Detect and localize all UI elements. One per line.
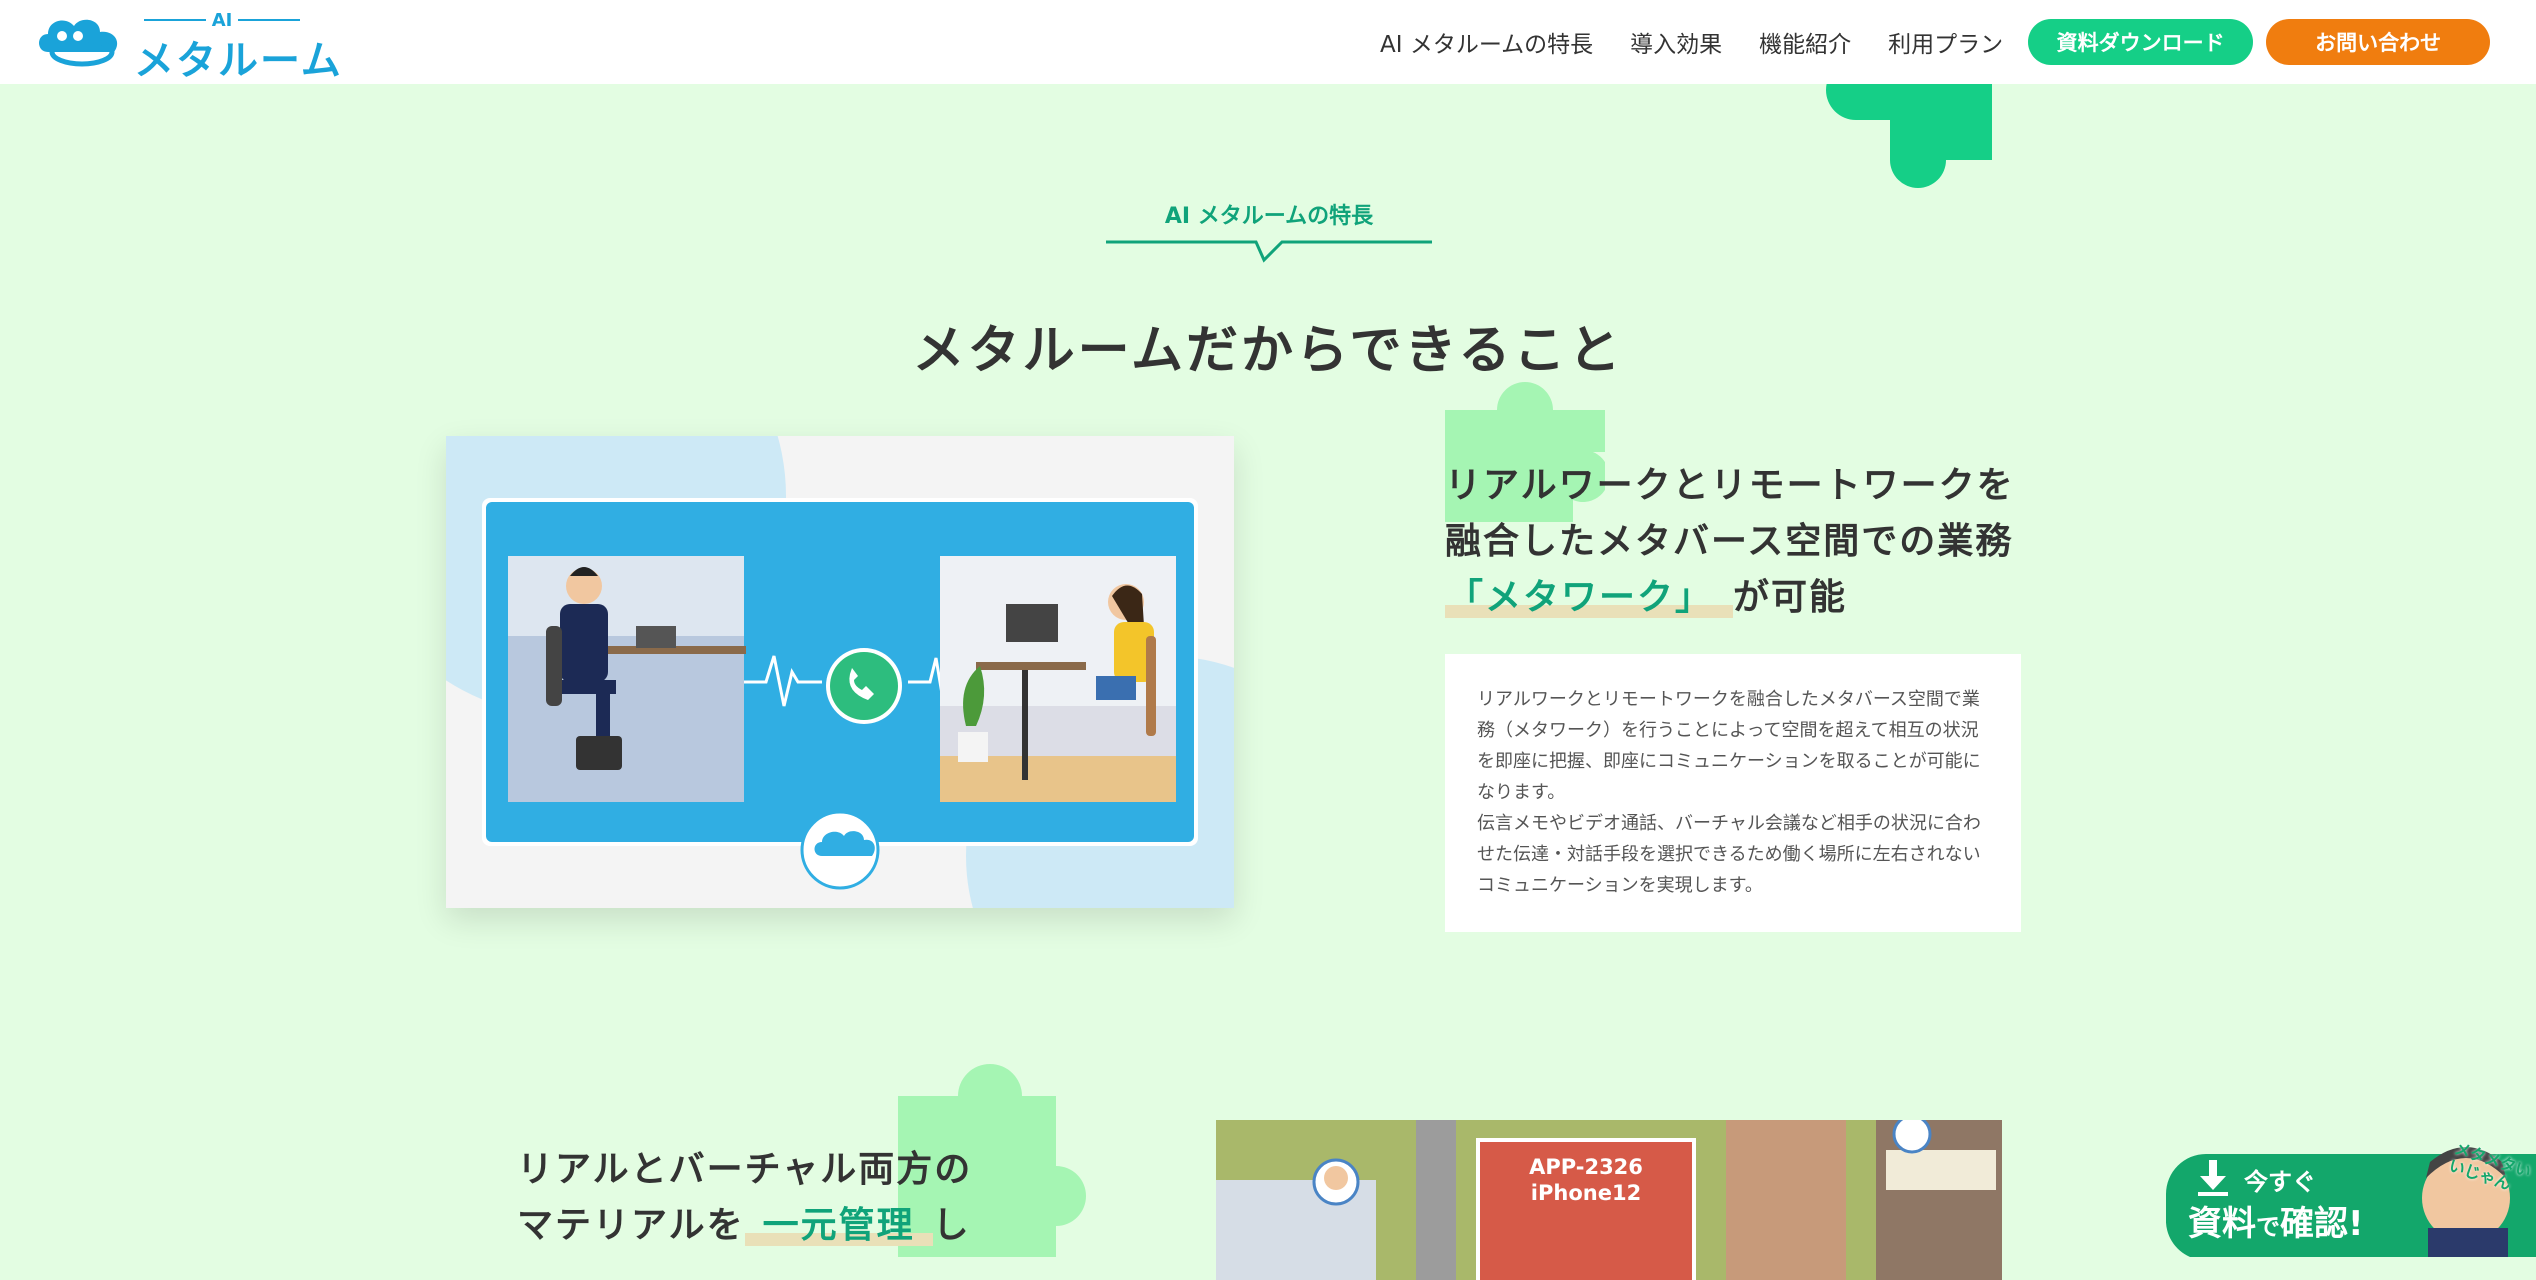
feature1-heading-line2: 融合したメタバース空間での業務 — [1445, 521, 2014, 562]
main-nav: AI メタルームの特長 導入効果 機能紹介 利用プラン 資料ダウンロード お問い… — [1380, 0, 2491, 84]
feature2-heading-suffix: し — [932, 1205, 971, 1246]
logo-ai-label: AI — [138, 10, 306, 31]
device-model: iPhone12 — [1530, 1181, 1642, 1205]
site-logo[interactable]: AI メタルーム — [34, 10, 341, 84]
section-label-underline — [1106, 240, 1432, 263]
document-cta-banner[interactable]: 今すぐ 資料で確認! メタメタいいじゃん — [2166, 1118, 2536, 1257]
metawork-illustration-svg — [446, 436, 1234, 908]
feature1-highlight: 「メタワーク」 — [1445, 577, 1734, 618]
contact-button[interactable]: お問い合わせ — [2266, 19, 2491, 65]
nav-effects[interactable]: 導入効果 — [1630, 25, 1722, 59]
nav-functions[interactable]: 機能紹介 — [1759, 25, 1851, 59]
feature2-highlight: 一元管理 — [744, 1205, 933, 1246]
section-label: AI メタルームの特長 — [1164, 204, 1374, 229]
metawork-illustration — [446, 436, 1234, 908]
download-arrow-icon — [2198, 1160, 2228, 1196]
banner-line2-b: で — [2256, 1213, 2280, 1241]
banner-line2-c: 確認! — [2280, 1204, 2364, 1244]
device-label: APP-2326 iPhone12 — [1480, 1154, 1692, 1206]
feature2-heading-line1: リアルとバーチャル両方の — [517, 1149, 973, 1190]
nav-features[interactable]: AI メタルームの特長 — [1380, 25, 1593, 59]
device-id: APP-2326 — [1529, 1155, 1643, 1179]
banner-line1: 今すぐ — [2244, 1168, 2316, 1196]
feature1-paragraph2: 伝言メモやビデオ通話、バーチャル会議など相手の状況に合わせた伝達・対話手段を選択… — [1477, 813, 1981, 896]
feature1-heading: リアルワークとリモートワークを 融合したメタバース空間での業務 「メタワーク」が… — [1445, 458, 2085, 626]
banner-line2: 資料で確認! — [2188, 1196, 2364, 1245]
feature1-heading-line1: リアルワークとリモートワークを — [1445, 465, 2015, 506]
download-button[interactable]: 資料ダウンロード — [2028, 19, 2254, 65]
feature2-heading: リアルとバーチャル両方の マテリアルを 一元管理し — [517, 1142, 1077, 1254]
logo-name: メタルーム — [134, 38, 343, 84]
section-title: メタルームだからできること — [912, 321, 1624, 381]
feature1-description-box: リアルワークとリモートワークを融合したメタバース空間で業務（メタワーク）を行うこ… — [1445, 654, 2021, 932]
banner-line2-a: 資料 — [2188, 1204, 2256, 1244]
logo-cloud-icon — [39, 19, 118, 67]
feature1-heading-suffix: が可能 — [1733, 577, 1848, 618]
nav-plans[interactable]: 利用プラン — [1888, 25, 2003, 59]
site-header: AI メタルーム AI メタルームの特長 導入効果 機能紹介 利用プラン 資料ダ… — [0, 0, 2536, 84]
feature2-heading-prefix: マテリアルを — [517, 1205, 745, 1246]
feature1-heading-line3: 「メタワーク」 が可能 — [1445, 570, 2085, 626]
material-management-illustration: APP-2326 iPhone12 — [1216, 1120, 2002, 1280]
feature1-paragraph1: リアルワークとリモートワークを融合したメタバース空間で業務（メタワーク）を行うこ… — [1477, 689, 1981, 803]
feature2-heading-line2: マテリアルを 一元管理し — [517, 1198, 1077, 1254]
